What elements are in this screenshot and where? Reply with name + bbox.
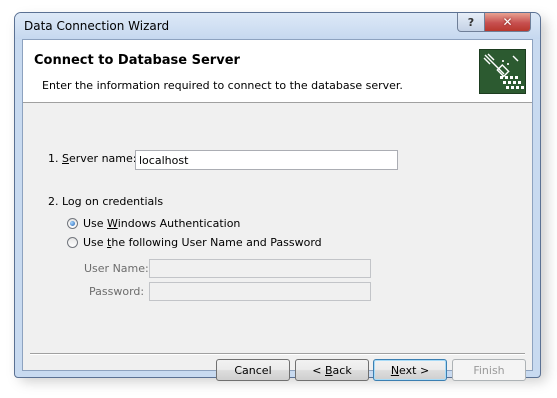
close-icon: ✕ bbox=[502, 15, 513, 29]
password-label: Password: bbox=[89, 285, 145, 298]
windows-auth-radio[interactable] bbox=[67, 218, 78, 229]
server-name-input[interactable] bbox=[135, 150, 398, 170]
wizard-header: Connect to Database Server Enter the inf… bbox=[23, 40, 532, 103]
back-button[interactable]: < Back bbox=[295, 359, 369, 381]
windows-auth-label[interactable]: Use Windows Authentication bbox=[83, 217, 240, 230]
close-button[interactable]: ✕ bbox=[484, 13, 531, 32]
username-input[interactable] bbox=[149, 259, 371, 278]
wizard-window: Data Connection Wizard ? ✕ Connect to Da… bbox=[14, 12, 541, 381]
dialog-body: Connect to Database Server Enter the inf… bbox=[22, 39, 533, 381]
username-password-label[interactable]: Use the following User Name and Password bbox=[83, 236, 322, 249]
database-connection-icon bbox=[479, 49, 526, 94]
page-subtitle: Enter the information required to connec… bbox=[42, 79, 403, 92]
help-button[interactable]: ? bbox=[457, 13, 485, 32]
cancel-button[interactable]: Cancel bbox=[216, 359, 290, 381]
username-label: User Name: bbox=[84, 262, 149, 275]
button-separator bbox=[30, 353, 525, 355]
window-title: Data Connection Wizard bbox=[24, 19, 170, 33]
password-input[interactable] bbox=[149, 282, 371, 301]
server-name-label: 1. Server name: bbox=[48, 152, 137, 165]
logon-credentials-label: 2. Log on credentials bbox=[48, 195, 164, 208]
radio-selected-dot bbox=[70, 221, 75, 226]
finish-button[interactable]: Finish bbox=[452, 359, 526, 381]
help-icon: ? bbox=[467, 15, 475, 29]
title-bar[interactable]: Data Connection Wizard ? ✕ bbox=[15, 13, 540, 39]
username-password-radio[interactable] bbox=[67, 237, 78, 248]
next-button[interactable]: Next > bbox=[373, 359, 447, 381]
page-title: Connect to Database Server bbox=[34, 53, 240, 68]
